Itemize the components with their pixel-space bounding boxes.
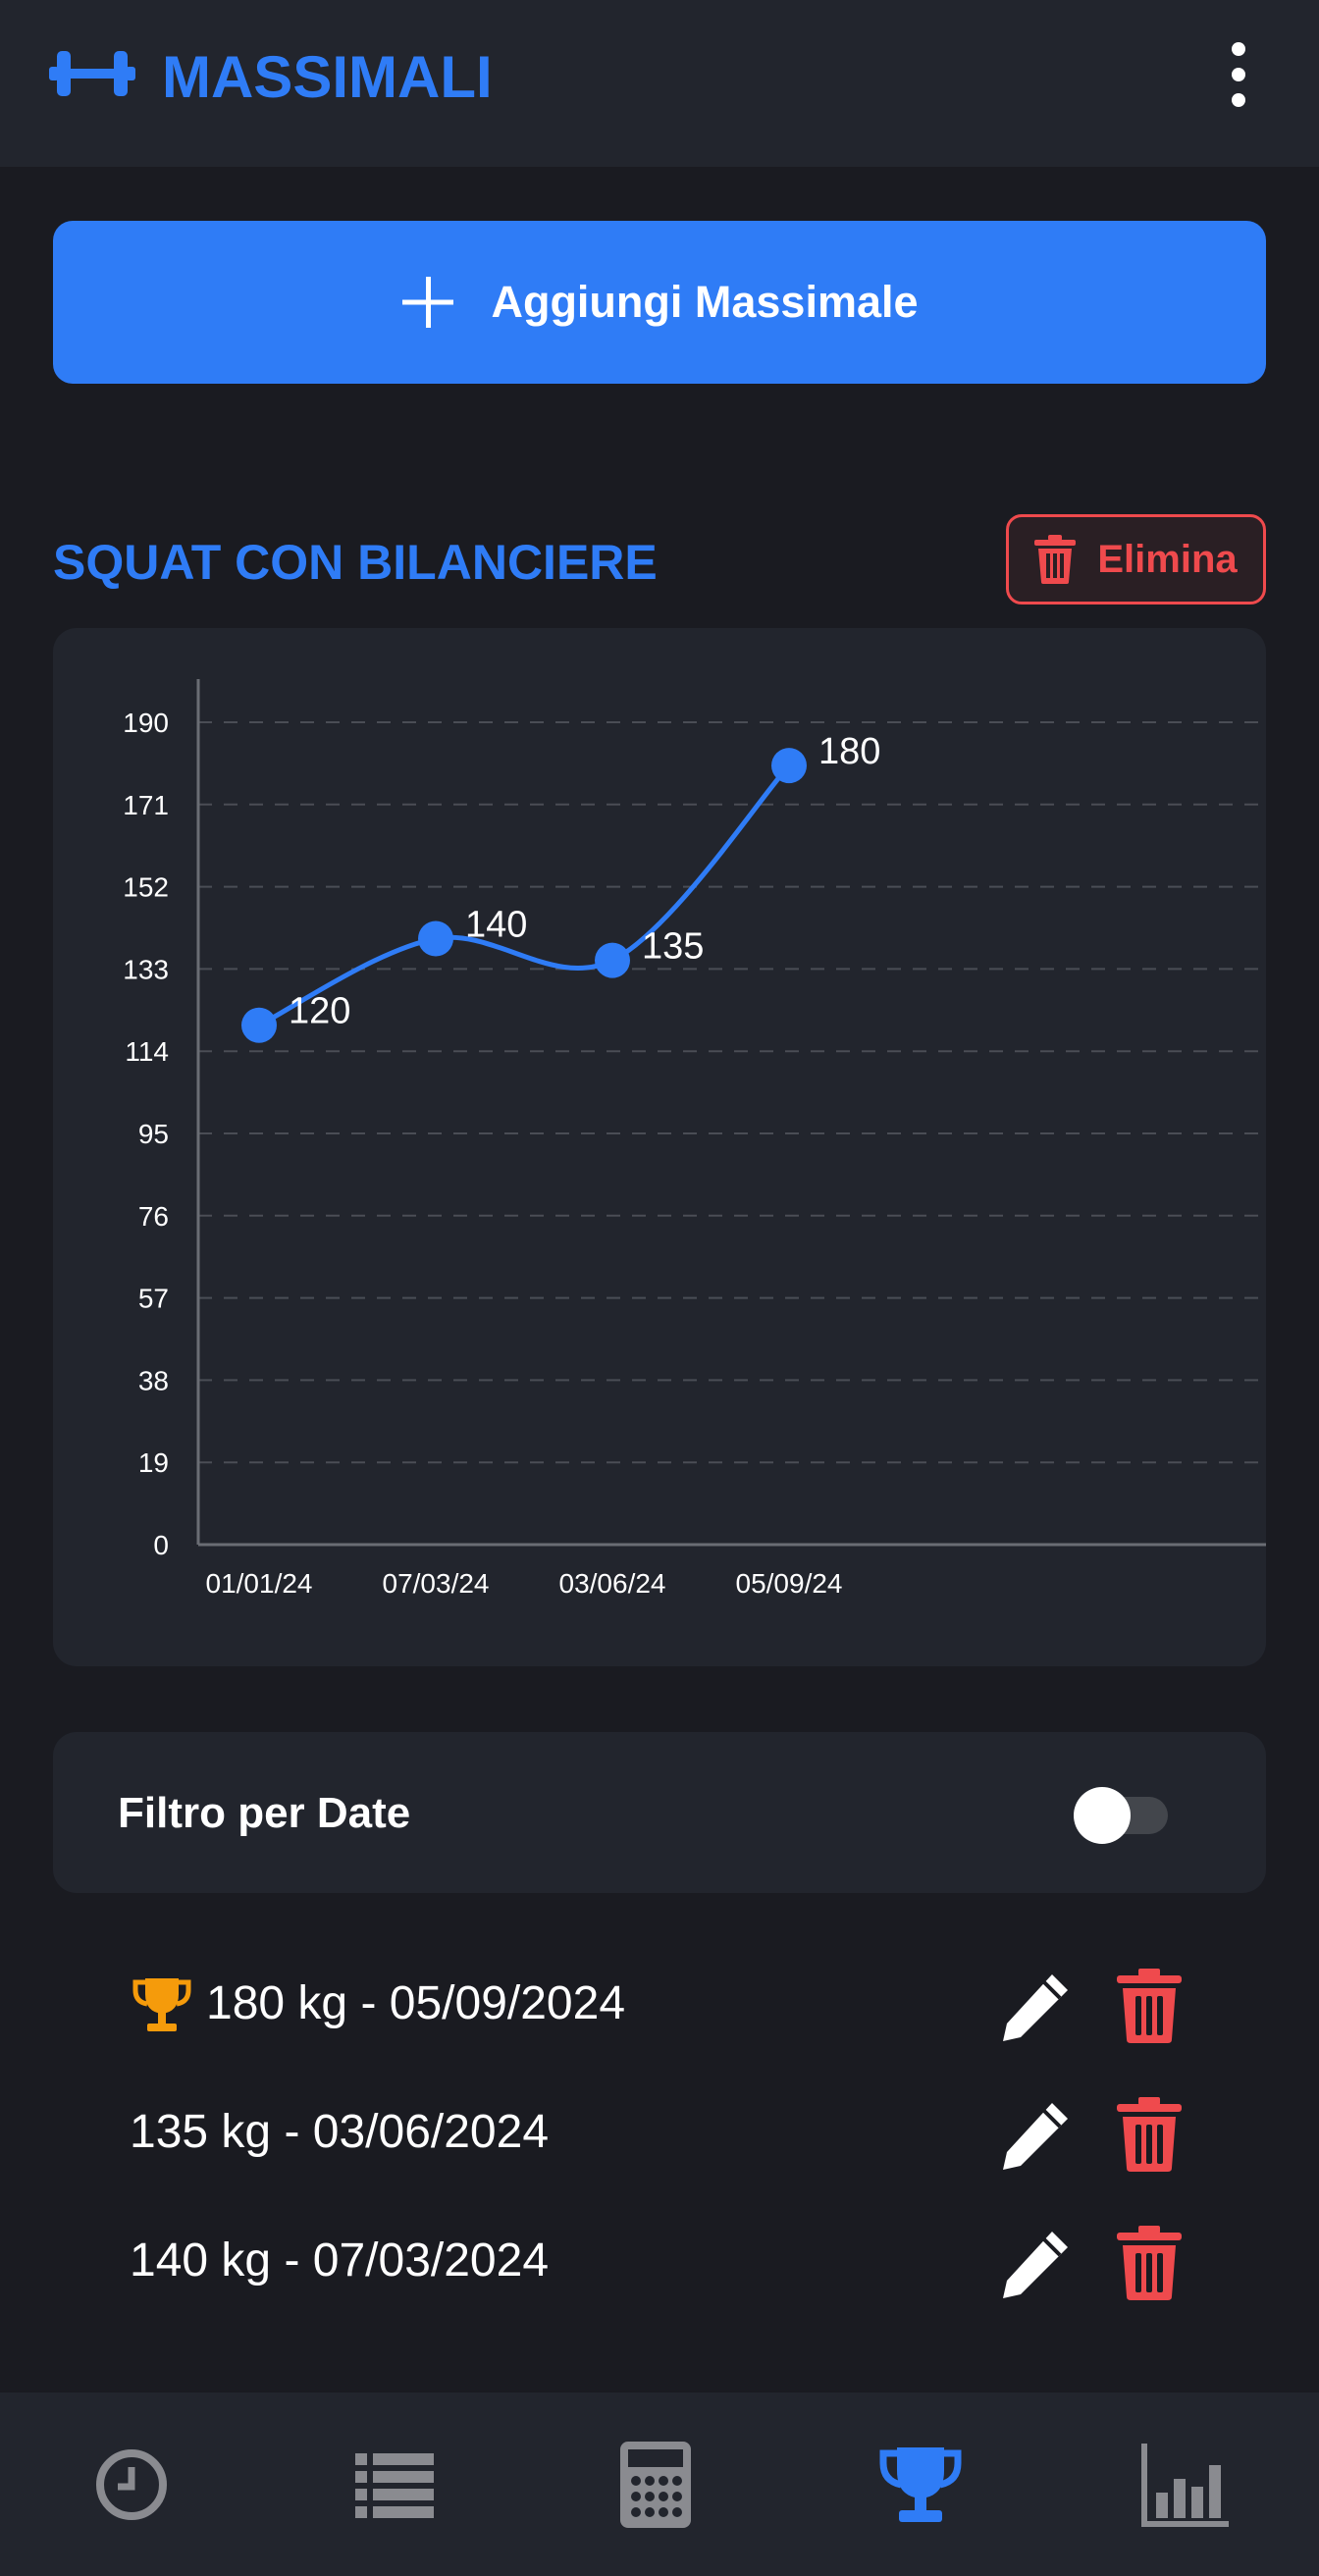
trash-icon <box>1034 535 1077 584</box>
y-tick-label: 76 <box>138 1201 169 1232</box>
record-text: 180 kg - 05/09/2024 <box>206 1977 626 2029</box>
record-text: 135 kg - 03/06/2024 <box>130 2106 550 2158</box>
max-chart: 0 19 38 57 76 95 114 133 152 171 190 01/01/24 07/03/… <box>53 628 1266 1666</box>
trash-icon[interactable] <box>1115 2226 1184 2300</box>
y-tick-label: 133 <box>123 954 169 984</box>
date-filter-toggle[interactable] <box>1074 1783 1172 1844</box>
y-tick-label: 171 <box>123 790 169 820</box>
history-icon[interactable] <box>86 2440 177 2530</box>
date-filter-card: Filtro per Date <box>53 1732 1266 1893</box>
record-row: 135 kg - 03/06/2024 <box>53 2076 1266 2183</box>
record-text: 140 kg - 07/03/2024 <box>130 2234 550 2287</box>
data-label: 135 <box>642 926 704 968</box>
y-tick-label: 19 <box>138 1447 169 1478</box>
bottom-nav <box>0 2392 1319 2576</box>
trash-icon[interactable] <box>1115 1969 1184 2043</box>
page-title: MASSIMALI <box>162 44 493 110</box>
x-tick-label: 07/03/24 <box>383 1568 490 1599</box>
delete-exercise-label: Elimina <box>1097 537 1238 581</box>
app-header: MASSIMALI <box>0 0 1319 167</box>
list-icon[interactable] <box>349 2440 440 2530</box>
y-tick-label: 152 <box>123 872 169 903</box>
y-tick-label: 190 <box>123 708 169 738</box>
x-tick-label: 05/09/24 <box>736 1568 843 1599</box>
data-label: 180 <box>818 731 880 772</box>
x-tick-label: 01/01/24 <box>206 1568 313 1599</box>
add-max-button[interactable]: Aggiungi Massimale <box>53 221 1266 384</box>
data-point <box>771 748 807 784</box>
record-row: 180 kg - 05/09/2024 <box>53 1947 1266 2055</box>
data-point <box>595 942 630 978</box>
y-tick-label: 0 <box>153 1530 169 1560</box>
delete-exercise-button[interactable]: Elimina <box>1006 514 1266 605</box>
y-tick-label: 57 <box>138 1284 169 1314</box>
dumbbell-icon <box>49 51 135 96</box>
more-vert-icon[interactable] <box>1217 39 1260 110</box>
data-point <box>241 1007 277 1043</box>
bar-chart-icon[interactable] <box>1140 2440 1231 2530</box>
y-tick-label: 38 <box>138 1365 169 1395</box>
calculator-icon[interactable] <box>610 2440 701 2530</box>
line-chart: 0 19 38 57 76 95 114 133 152 171 190 01/01/24 07/03/… <box>123 679 1266 1599</box>
y-tick-label: 114 <box>125 1036 169 1067</box>
x-tick-label: 03/06/24 <box>559 1568 666 1599</box>
y-tick-label: 95 <box>138 1119 169 1149</box>
edit-icon[interactable] <box>995 1969 1074 2047</box>
trophy-icon[interactable] <box>875 2440 966 2530</box>
data-point <box>418 920 453 957</box>
trash-icon[interactable] <box>1115 2097 1184 2172</box>
add-max-button-label: Aggiungi Massimale <box>491 277 919 327</box>
exercise-title: SQUAT CON BILANCIERE <box>53 535 658 590</box>
data-label: 140 <box>465 905 527 946</box>
edit-icon[interactable] <box>995 2097 1074 2176</box>
data-label: 120 <box>289 991 350 1032</box>
date-filter-label: Filtro per Date <box>118 1789 411 1837</box>
record-row: 140 kg - 07/03/2024 <box>53 2204 1266 2312</box>
plus-icon <box>402 277 454 328</box>
trophy-icon <box>132 1978 191 2031</box>
edit-icon[interactable] <box>995 2226 1074 2304</box>
